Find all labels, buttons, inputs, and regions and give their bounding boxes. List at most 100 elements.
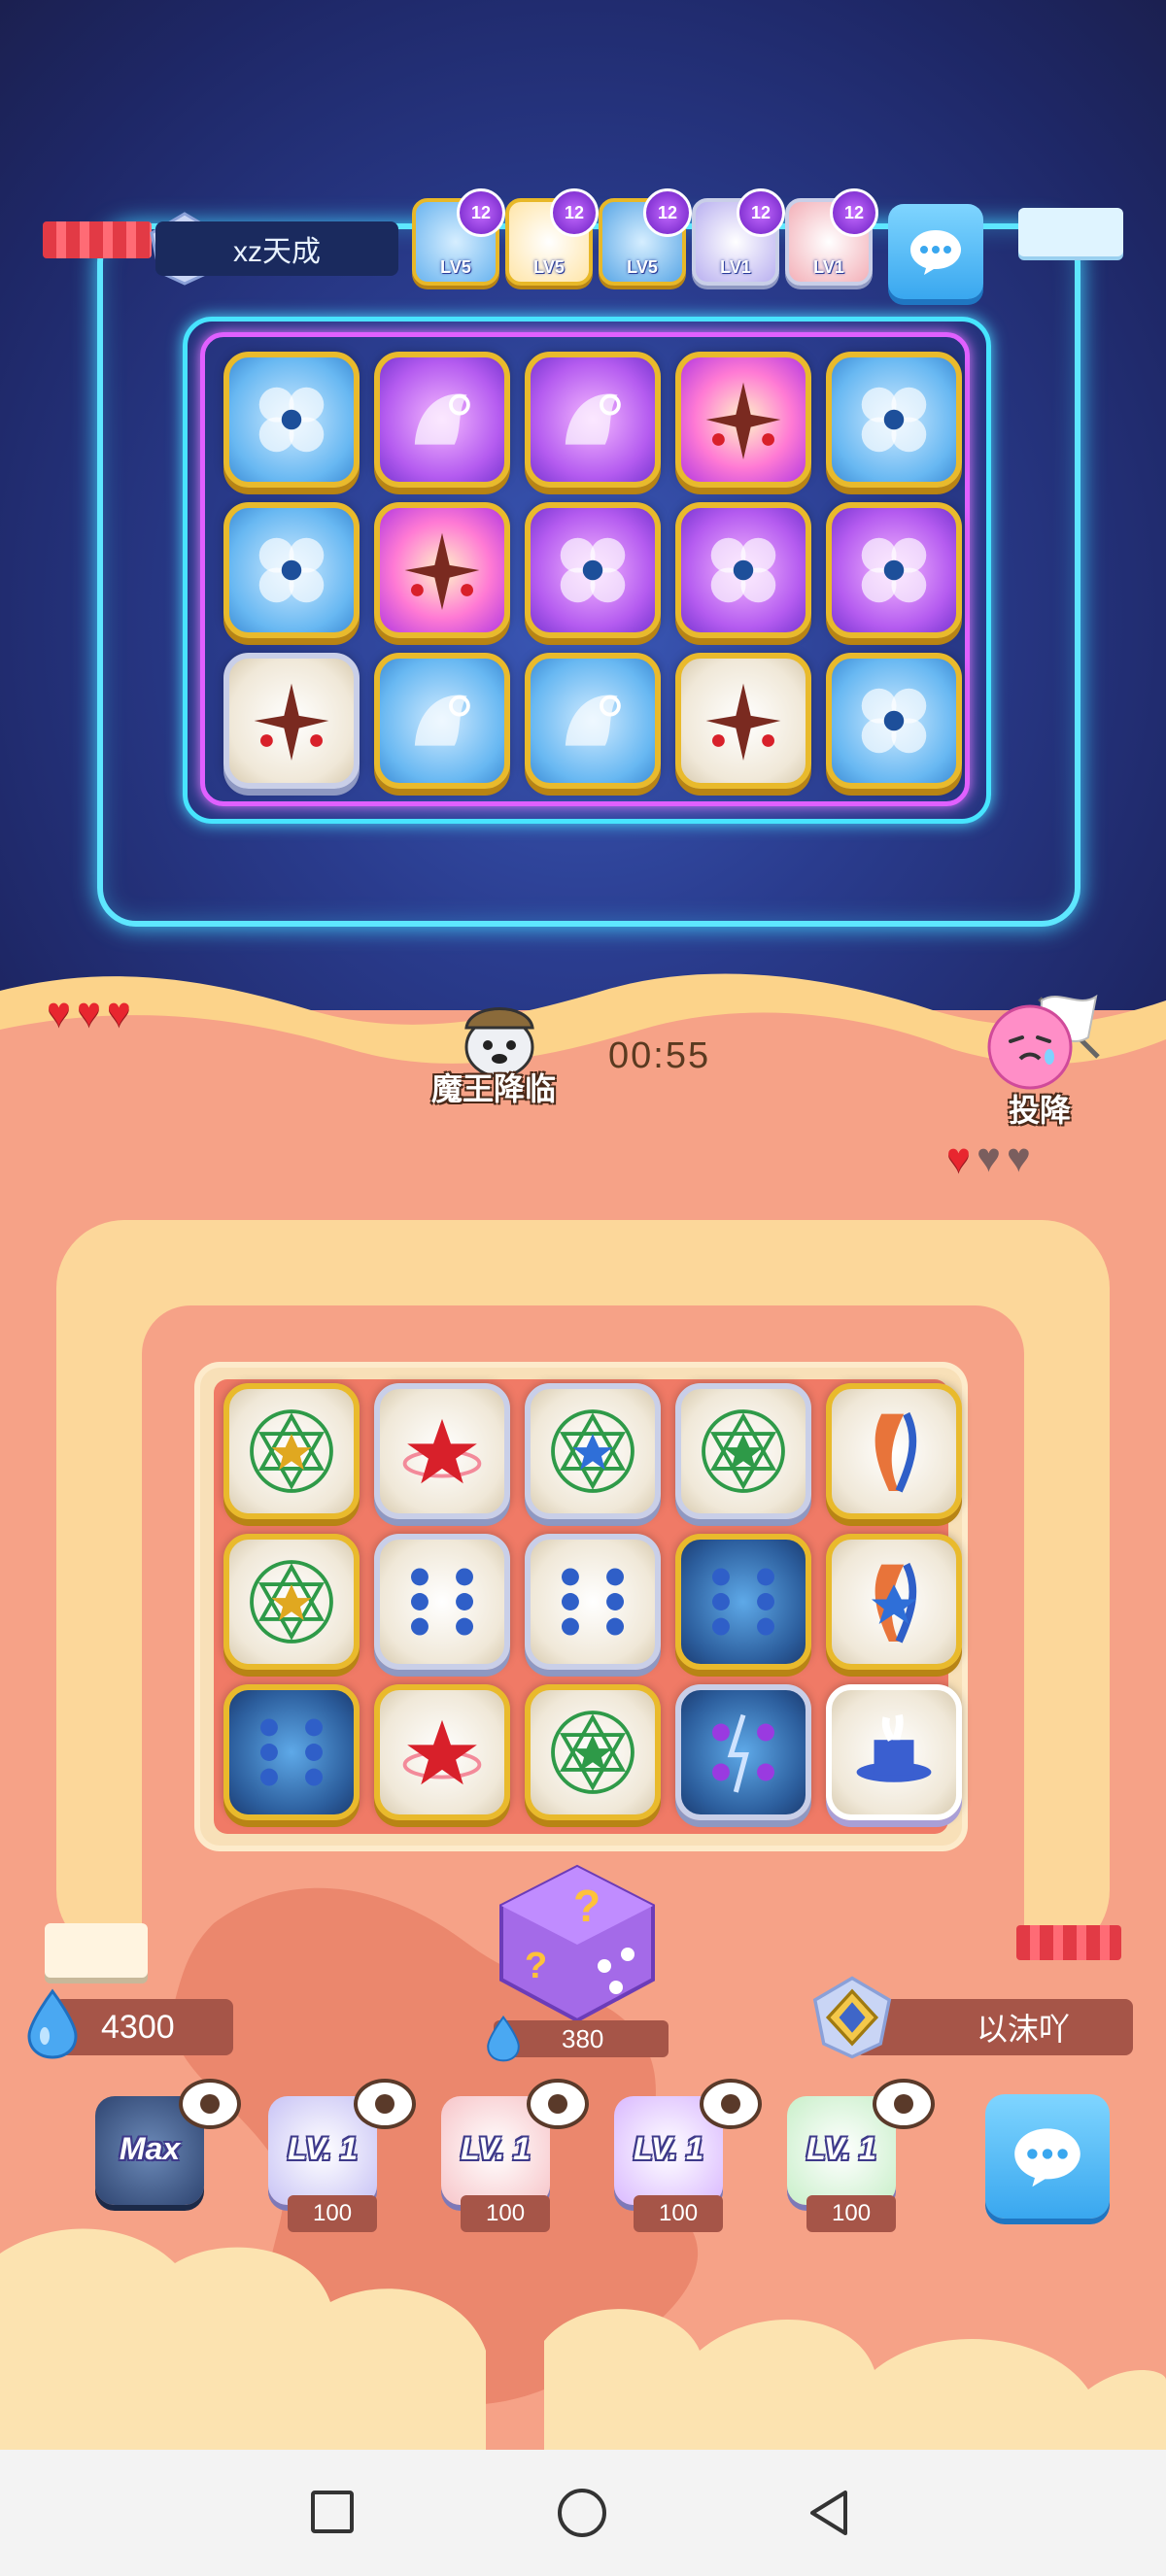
opponent-die-blue-flower[interactable] [223,352,360,488]
thunder-dots-icon [260,1718,323,1786]
eye-icon[interactable] [179,2079,241,2129]
player-die-hexagram-blue[interactable] [525,1383,661,1519]
opponent-die-purple-pegasus[interactable] [525,352,661,488]
heart-icon: ♥ [106,989,131,1034]
home-icon[interactable] [558,2489,606,2537]
eye-icon[interactable] [873,2079,935,2129]
player-die-magic-hat[interactable] [826,1684,962,1820]
heart-empty-icon: ♥ [976,1135,1001,1180]
pink-sun-icon [705,382,781,459]
opponent-deck-level: LV5 [627,257,658,277]
player-die-red-star[interactable] [374,1684,510,1820]
opponent-deck-slot-5[interactable]: 12 LV1 [785,188,878,286]
opponent-die-blue-flower[interactable] [826,653,962,789]
blue-flower-icon [258,387,325,453]
opponent-spawn-awning [43,221,152,258]
white-sun-icon [705,683,781,761]
player-die-thunder-dots[interactable] [675,1534,811,1670]
opponent-die-pink-sun[interactable] [374,502,510,638]
chat-bubble-icon [1014,2128,1080,2187]
player-die-flame-star[interactable] [826,1534,962,1670]
opponent-chat-button[interactable] [888,204,983,299]
player-die-thunder-dots[interactable] [223,1684,360,1820]
opponent-die-white-sun[interactable] [223,653,360,789]
magic-hat-icon [856,1713,932,1782]
opponent-die-pink-sun[interactable] [675,352,811,488]
opponent-deck-slot-2[interactable]: 12 LV5 [505,188,599,286]
player-exit-awning [1016,1925,1121,1960]
hexagram-star-icon [250,1560,333,1644]
hexagram-star-icon [250,1409,333,1493]
summon-dice-button[interactable]: ? ? [490,1861,665,2026]
sp-value: 4300 [101,2008,175,2046]
chat-bubble-icon [910,230,961,275]
battle-timer: 00:55 [608,1035,711,1076]
opponent-deck-level: LV1 [720,257,751,277]
surrender-button[interactable] [981,989,1117,1096]
opponent-die-blue-pegasus[interactable] [525,653,661,789]
blue-pegasus-icon [414,695,470,746]
player-die-thunder-purple[interactable] [675,1684,811,1820]
blue-flower-icon [258,537,325,603]
opponent-deck-slot-4[interactable]: 12 LV1 [692,188,785,286]
white-sun-icon [254,683,329,761]
deck-level: Max [119,2131,181,2166]
player-die-hexagram-star[interactable] [223,1383,360,1519]
player-die-hexagram-gold[interactable] [525,1684,661,1820]
opponent-die-purple-flower[interactable] [826,502,962,638]
player-die-red-star[interactable] [374,1383,510,1519]
opponent-deck-slot-1[interactable]: 12 LV5 [412,188,505,286]
svg-text:?: ? [573,1881,600,1931]
dots-figure-icon [411,1568,473,1636]
opponent-deck-level: LV1 [813,257,844,277]
opponent-die-purple-pegasus[interactable] [374,352,510,488]
opponent-die-blue-pegasus[interactable] [374,653,510,789]
player-die-hexagram-star[interactable] [223,1534,360,1670]
eye-icon[interactable] [354,2079,416,2129]
opponent-die-purple-flower[interactable] [525,502,661,638]
heart-icon: ♥ [76,989,101,1034]
eye-icon[interactable] [700,2079,762,2129]
player-hearts: ♥ ♥ ♥ [946,1135,1037,1181]
player-rank-badge [808,1974,896,2066]
red-star-icon [402,1719,482,1785]
back-icon[interactable] [806,2489,851,2537]
player-dice-board [216,1377,962,1822]
boss-label: 魔王降临 [431,1070,557,1107]
flame-figure-icon [874,1411,917,1493]
hexagram-gold-icon [551,1711,634,1794]
heart-icon: ♥ [946,1135,971,1180]
dots-figure-icon [562,1568,624,1636]
player-die-dots-figure[interactable] [525,1534,661,1670]
water-drop-icon [487,2015,520,2062]
deck-level: LV. 1 [461,2131,531,2166]
thunder-dots-icon [712,1568,774,1636]
opponent-deck-slot-3[interactable]: 12 LV5 [599,188,692,286]
recent-apps-icon[interactable] [311,2491,354,2533]
eye-icon[interactable] [527,2079,589,2129]
opponent-die-blue-flower[interactable] [223,502,360,638]
blue-pegasus-icon [565,695,621,746]
opponent-name: xz天成 [233,236,321,268]
player-die-dots-figure[interactable] [374,1534,510,1670]
system-navigation-bar [0,2450,1166,2576]
svg-text:?: ? [525,1946,547,1986]
deck-level: LV. 1 [288,2131,358,2166]
player-die-flame-figure[interactable] [826,1383,962,1519]
player-die-hexagram-dots[interactable] [675,1383,811,1519]
opponent-die-purple-flower[interactable] [675,502,811,638]
opponent-deck-badge: 12 [737,188,785,237]
purple-flower-icon [710,537,776,603]
purple-pegasus-icon [414,393,470,445]
purple-flower-icon [560,537,626,603]
opponent-die-blue-flower[interactable] [826,352,962,488]
cloud-decoration [0,2228,1166,2450]
purple-flower-icon [861,537,927,603]
opponent-hearts: ♥ ♥ ♥ [47,989,137,1035]
flame-star-icon [871,1562,917,1644]
blue-flower-icon [861,387,927,453]
water-drop-icon [27,1988,78,2059]
opponent-die-white-sun[interactable] [675,653,811,789]
hexagram-blue-icon [551,1409,634,1493]
opponent-deck-badge: 12 [830,188,878,237]
